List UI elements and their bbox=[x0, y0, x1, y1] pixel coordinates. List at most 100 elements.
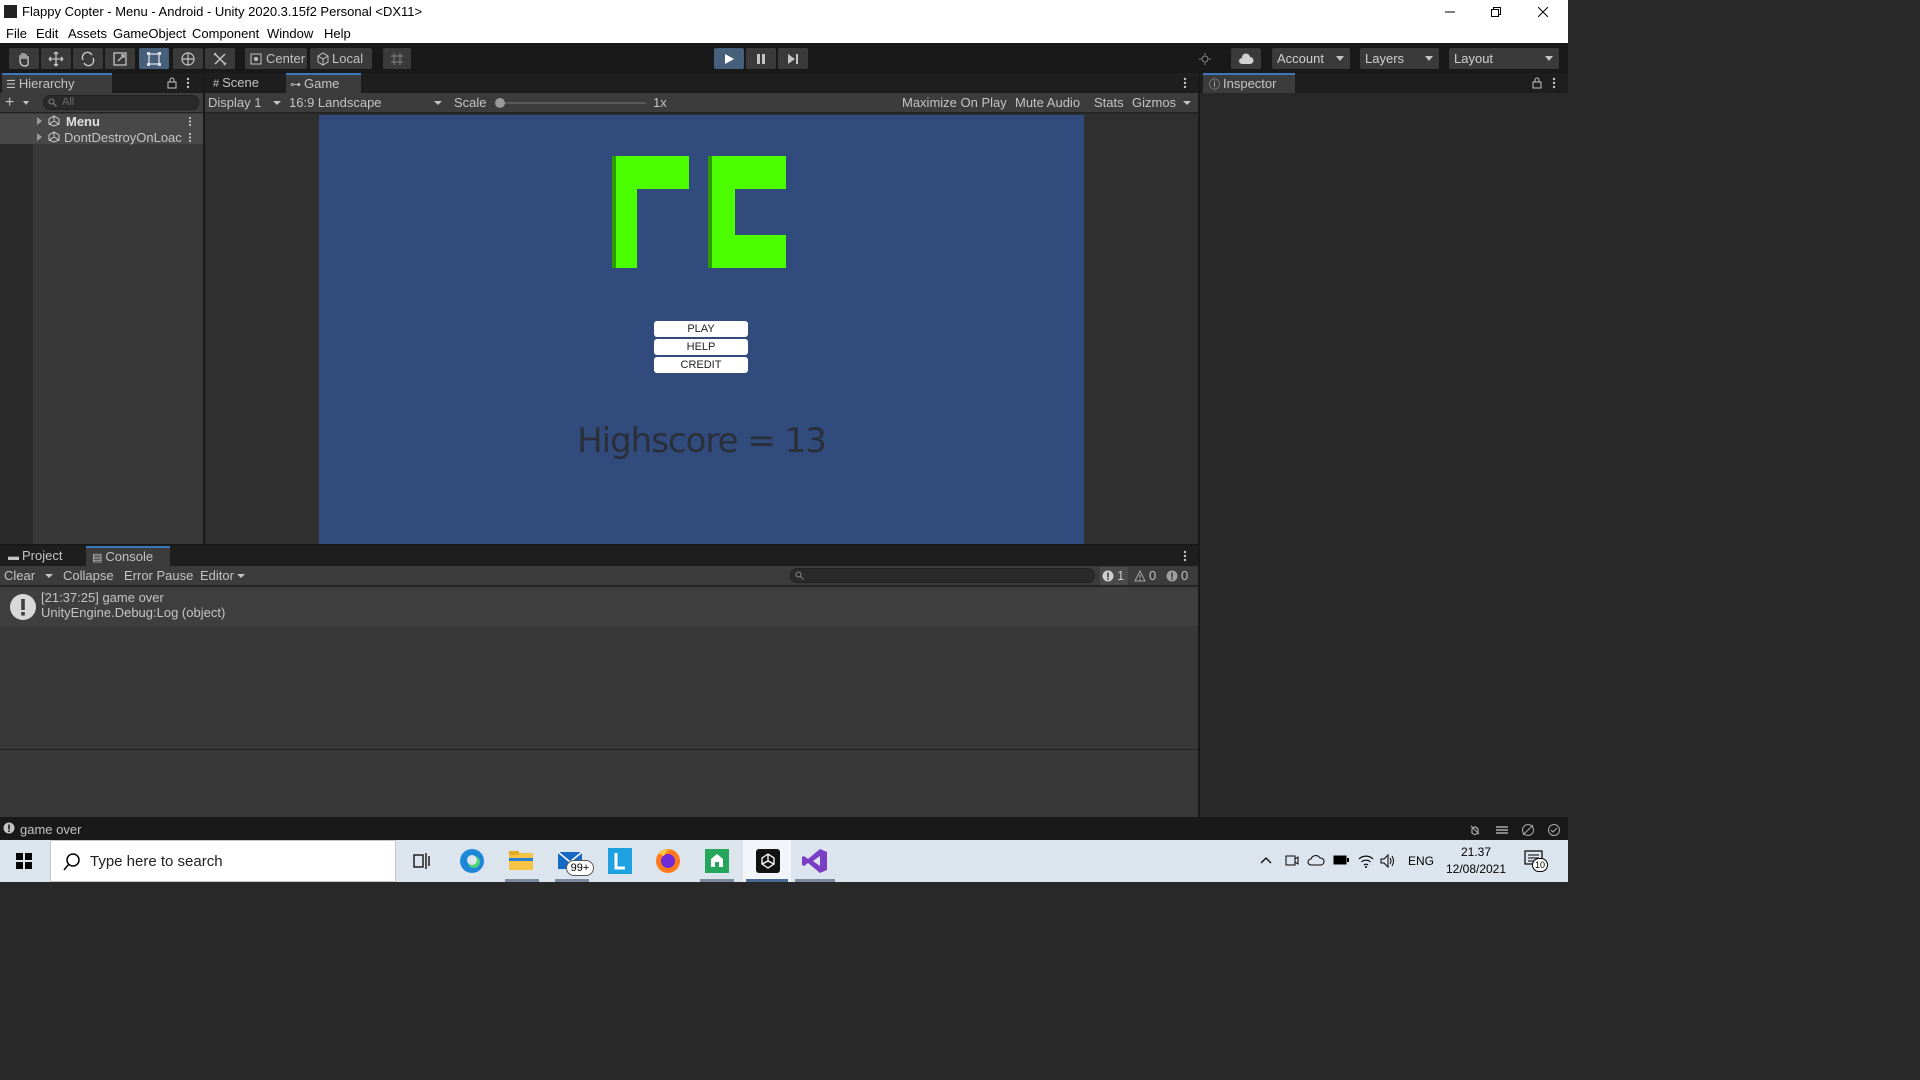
mute-audio-toggle[interactable]: Mute Audio bbox=[1015, 95, 1080, 110]
app-taskbar-button[interactable] bbox=[702, 846, 732, 876]
scale-slider-thumb[interactable] bbox=[495, 98, 505, 108]
scale-tool-button[interactable] bbox=[105, 48, 135, 69]
maximize-on-play-toggle[interactable]: Maximize On Play bbox=[902, 95, 1007, 110]
hierarchy-search-input[interactable]: All bbox=[43, 95, 199, 110]
chevron-down-icon[interactable] bbox=[1183, 101, 1191, 105]
space-label: Local bbox=[332, 51, 364, 66]
language-indicator[interactable]: ENG bbox=[1408, 854, 1434, 868]
restore-button[interactable] bbox=[1473, 0, 1519, 23]
expand-arrow-icon[interactable] bbox=[37, 133, 42, 141]
start-button[interactable] bbox=[0, 840, 48, 882]
chevron-down-icon[interactable] bbox=[23, 101, 29, 105]
kebab-menu-icon[interactable] bbox=[188, 132, 192, 143]
warning-count-toggle[interactable]: 0 bbox=[1132, 567, 1160, 585]
kebab-menu-icon[interactable] bbox=[1552, 77, 1556, 89]
network-off-icon[interactable] bbox=[1521, 823, 1535, 837]
visual-studio-taskbar-button[interactable] bbox=[800, 846, 830, 876]
transform-tool-button[interactable] bbox=[173, 48, 203, 69]
tab-inspector[interactable]: ⓘ Inspector bbox=[1203, 73, 1295, 93]
play-menu-button[interactable]: PLAY bbox=[654, 321, 748, 337]
kebab-menu-icon[interactable] bbox=[188, 116, 192, 127]
gizmos-toggle[interactable]: Gizmos bbox=[1132, 95, 1176, 110]
lock-icon[interactable] bbox=[1532, 77, 1542, 89]
play-button[interactable] bbox=[714, 48, 744, 69]
onedrive-icon[interactable] bbox=[1307, 853, 1325, 867]
meet-now-icon[interactable] bbox=[1284, 853, 1300, 869]
taskbar-search-input[interactable]: Type here to search bbox=[50, 840, 396, 882]
expand-arrow-icon[interactable] bbox=[37, 117, 42, 125]
lock-icon[interactable] bbox=[167, 77, 177, 89]
wifi-icon[interactable] bbox=[1358, 853, 1374, 869]
chevron-down-icon[interactable] bbox=[237, 574, 245, 578]
log-count-toggle[interactable]: 1 bbox=[1100, 567, 1128, 585]
chevron-down-icon[interactable] bbox=[45, 574, 53, 578]
console-log-entry[interactable]: [21:37:25] game over UnityEngine.Debug:L… bbox=[0, 588, 1198, 626]
unity-taskbar-button[interactable] bbox=[743, 840, 791, 882]
rect-tool-button[interactable] bbox=[139, 48, 169, 69]
chevron-up-icon[interactable] bbox=[1260, 855, 1272, 865]
l-app-taskbar-button[interactable] bbox=[605, 846, 635, 876]
kebab-menu-icon[interactable] bbox=[1183, 550, 1187, 562]
grid-snap-button[interactable] bbox=[383, 48, 411, 69]
menu-component[interactable]: Component bbox=[192, 26, 259, 41]
console-search-input[interactable] bbox=[790, 568, 1095, 583]
clear-button[interactable]: Clear bbox=[4, 568, 35, 583]
tab-console[interactable]: ▤ Console bbox=[86, 546, 170, 566]
kebab-menu-icon[interactable] bbox=[1183, 77, 1187, 89]
mail-taskbar-button[interactable]: 99+ bbox=[556, 846, 594, 876]
task-view-button[interactable] bbox=[406, 846, 436, 876]
tab-project[interactable]: ▬ Project bbox=[4, 546, 84, 566]
menu-file[interactable]: File bbox=[6, 26, 27, 41]
pause-button[interactable] bbox=[746, 48, 776, 69]
error-pause-toggle[interactable]: Error Pause bbox=[124, 568, 193, 583]
clock[interactable]: 21.37 12/08/2021 bbox=[1440, 844, 1512, 880]
tab-hierarchy[interactable]: ☰ Hierarchy bbox=[2, 73, 112, 93]
minimize-button[interactable] bbox=[1427, 0, 1473, 23]
pivot-toggle-button[interactable]: Center bbox=[245, 48, 307, 69]
close-button[interactable] bbox=[1520, 0, 1566, 23]
stats-toggle[interactable]: Stats bbox=[1094, 95, 1124, 110]
hand-tool-button[interactable] bbox=[9, 48, 39, 69]
services-button[interactable] bbox=[1191, 48, 1219, 69]
menu-help[interactable]: Help bbox=[324, 26, 351, 41]
account-dropdown[interactable]: Account bbox=[1272, 48, 1350, 69]
step-button[interactable] bbox=[778, 48, 808, 69]
menu-window[interactable]: Window bbox=[267, 26, 313, 41]
firefox-taskbar-button[interactable] bbox=[653, 846, 683, 876]
tab-game[interactable]: ⊶ Game bbox=[286, 73, 361, 93]
kebab-menu-icon[interactable] bbox=[186, 77, 190, 89]
running-indicator bbox=[700, 879, 734, 882]
move-tool-button[interactable] bbox=[41, 48, 71, 69]
credit-menu-button[interactable]: CREDIT bbox=[654, 357, 748, 373]
progress-icon[interactable] bbox=[1495, 823, 1509, 837]
battery-icon[interactable] bbox=[1333, 855, 1349, 865]
cloud-button[interactable] bbox=[1231, 48, 1261, 69]
rotate-tool-button[interactable] bbox=[73, 48, 103, 69]
menu-edit[interactable]: Edit bbox=[36, 26, 58, 41]
file-explorer-taskbar-button[interactable] bbox=[506, 846, 536, 876]
display-dropdown[interactable]: Display 1 bbox=[205, 93, 285, 113]
space-toggle-button[interactable]: Local bbox=[310, 48, 372, 69]
hierarchy-item[interactable]: Menu bbox=[0, 114, 203, 129]
add-icon[interactable]: + bbox=[5, 94, 14, 112]
editor-dropdown[interactable]: Editor bbox=[200, 568, 234, 583]
layout-dropdown[interactable]: Layout bbox=[1449, 48, 1559, 69]
scene-tab-bar: # Scene ⊶ Game bbox=[205, 73, 1198, 93]
aspect-dropdown[interactable]: 16:9 Landscape bbox=[287, 93, 447, 113]
menu-gameobject[interactable]: GameObject bbox=[113, 26, 186, 41]
help-menu-button[interactable]: HELP bbox=[654, 339, 748, 355]
game-viewport[interactable]: PLAY HELP CREDIT Highscore = 13 bbox=[319, 115, 1084, 544]
menu-assets[interactable]: Assets bbox=[68, 26, 107, 41]
debug-off-icon[interactable] bbox=[1468, 823, 1482, 837]
custom-tool-button[interactable] bbox=[205, 48, 235, 69]
error-count-toggle[interactable]: 0 bbox=[1164, 567, 1192, 585]
hierarchy-item[interactable]: DontDestroyOnLoac bbox=[0, 130, 203, 145]
layers-dropdown[interactable]: Layers bbox=[1360, 48, 1439, 69]
tab-scene[interactable]: # Scene bbox=[209, 73, 283, 93]
edge-taskbar-button[interactable] bbox=[457, 846, 487, 876]
scale-slider-track[interactable] bbox=[498, 102, 646, 104]
volume-icon[interactable] bbox=[1380, 853, 1396, 869]
action-center-button[interactable]: 10 bbox=[1524, 850, 1552, 874]
check-circle-icon[interactable] bbox=[1547, 823, 1561, 837]
collapse-toggle[interactable]: Collapse bbox=[63, 568, 114, 583]
